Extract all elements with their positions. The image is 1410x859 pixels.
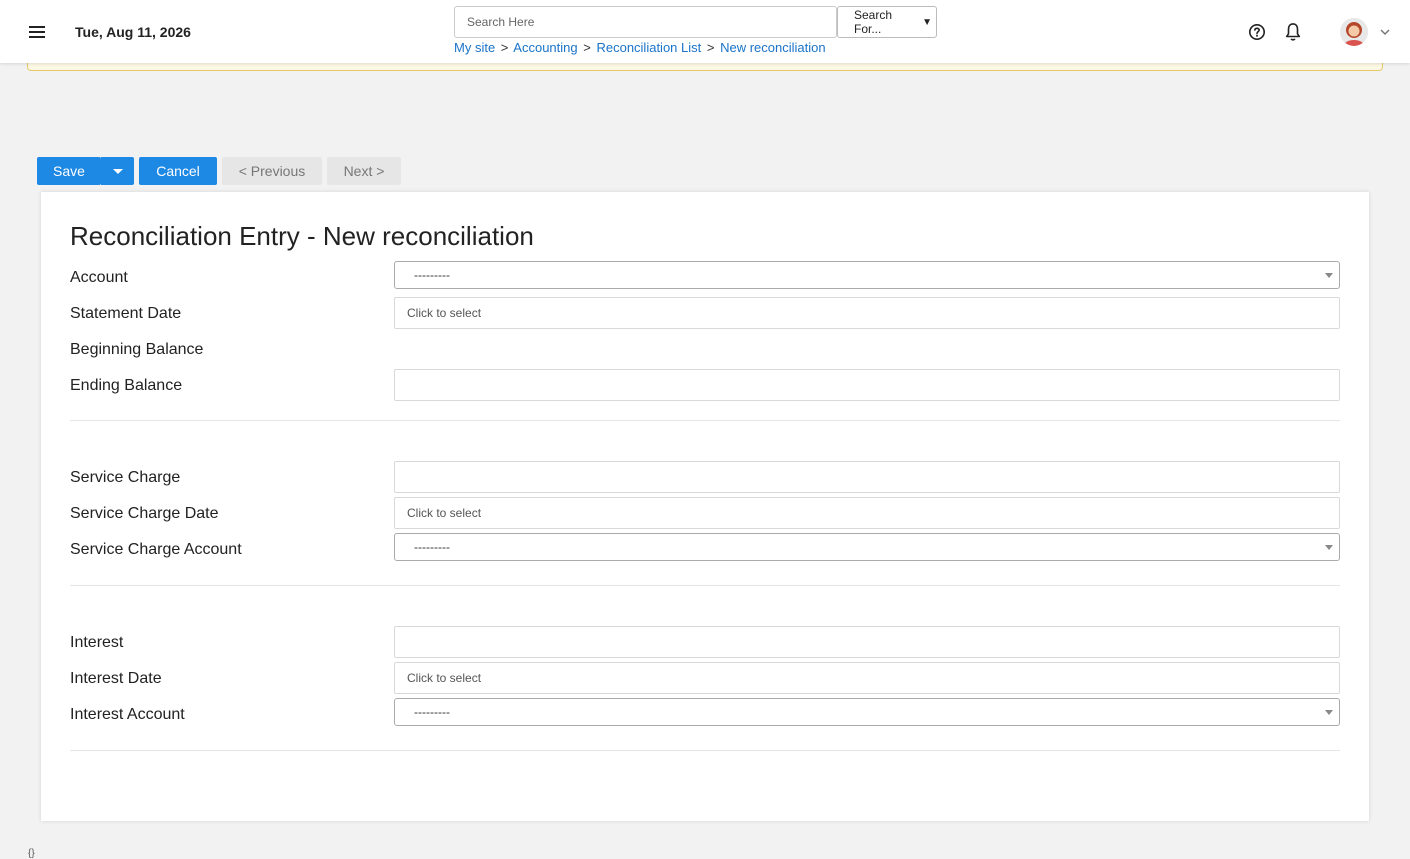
search-input[interactable] [454, 6, 837, 38]
service-charge-field[interactable] [394, 461, 1340, 493]
breadcrumb: My site > Accounting > Reconciliation Li… [454, 40, 826, 55]
service-charge-account-value: --------- [414, 540, 450, 554]
breadcrumb-accounting[interactable]: Accounting [513, 40, 577, 55]
help-icon[interactable] [1248, 23, 1266, 41]
service-charge-label: Service Charge [70, 469, 181, 486]
footer-mark: {} [28, 848, 35, 859]
breadcrumb-new-reconciliation[interactable]: New reconciliation [720, 40, 826, 55]
interest-account-label: Interest Account [70, 706, 185, 723]
statement-date-label: Statement Date [70, 305, 182, 322]
hamburger-menu-icon[interactable] [27, 22, 47, 42]
breadcrumb-my-site[interactable]: My site [454, 40, 495, 55]
chevron-down-icon[interactable] [1378, 25, 1392, 39]
caret-down-icon [112, 168, 123, 174]
next-button[interactable]: Next > [327, 157, 401, 185]
interest-account-select[interactable]: --------- [394, 698, 1340, 726]
service-charge-account-select[interactable]: --------- [394, 533, 1340, 561]
notification-bell-icon[interactable] [1284, 22, 1302, 42]
service-charge-date-label: Service Charge Date [70, 505, 219, 522]
breadcrumb-separator: > [583, 40, 591, 55]
ending-balance-field[interactable] [394, 369, 1340, 401]
interest-label: Interest [70, 634, 124, 651]
search-for-value: Search For... [854, 8, 893, 36]
interest-account-value: --------- [414, 705, 450, 719]
current-date: Tue, Aug 11, 2026 [75, 24, 191, 40]
dropdown-arrow-icon [1325, 710, 1333, 715]
section-divider [70, 585, 1340, 586]
beginning-balance-label: Beginning Balance [70, 341, 204, 358]
save-dropdown-toggle[interactable] [101, 157, 134, 185]
account-select-value: --------- [414, 268, 450, 282]
service-charge-account-label: Service Charge Account [70, 541, 242, 558]
user-avatar[interactable] [1340, 18, 1368, 46]
breadcrumb-separator: > [500, 40, 509, 55]
reconciliation-form-card: Reconciliation Entry - New reconciliatio… [41, 192, 1369, 821]
avatar-image [1340, 18, 1368, 46]
account-select[interactable]: --------- [394, 261, 1340, 289]
save-button[interactable]: Save [37, 157, 101, 185]
statement-date-field[interactable] [394, 297, 1340, 329]
section-divider [70, 750, 1340, 751]
dropdown-arrow-icon [1325, 545, 1333, 550]
interest-date-label: Interest Date [70, 670, 162, 687]
ending-balance-label: Ending Balance [70, 377, 183, 394]
dropdown-arrow-icon [1325, 273, 1333, 278]
previous-button[interactable]: < Previous [222, 157, 322, 185]
page-title: Reconciliation Entry - New reconciliatio… [70, 221, 534, 251]
interest-date-field[interactable] [394, 662, 1340, 694]
search-for-select[interactable]: Search For... ▼ [837, 6, 937, 38]
section-divider [70, 420, 1340, 421]
account-label: Account [70, 269, 128, 286]
breadcrumb-separator: > [706, 40, 715, 55]
interest-field[interactable] [394, 626, 1340, 658]
top-bar: Tue, Aug 11, 2026 Search For... ▼ My sit… [0, 0, 1410, 63]
service-charge-date-field[interactable] [394, 497, 1340, 529]
chevron-down-icon: ▼ [922, 16, 932, 28]
breadcrumb-reconciliation-list[interactable]: Reconciliation List [596, 40, 701, 55]
cancel-button[interactable]: Cancel [139, 157, 217, 185]
